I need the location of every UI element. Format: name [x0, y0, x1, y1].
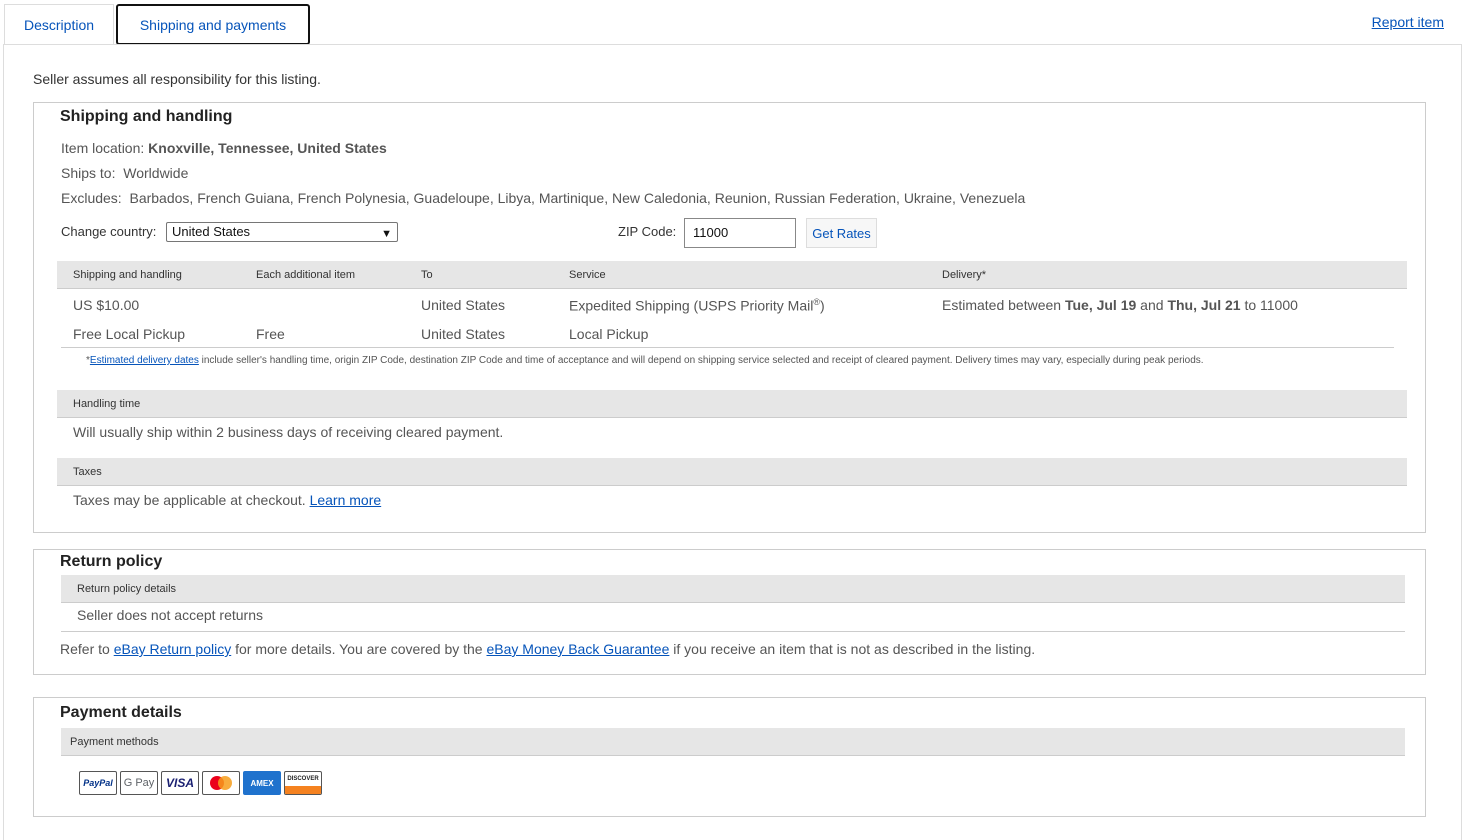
taxes-text: Taxes may be applicable at checkout. Lea… — [73, 492, 382, 508]
excludes: Excludes: Barbados, French Guiana, Frenc… — [61, 190, 1026, 206]
handling-header: Handling time — [73, 398, 141, 410]
table-row-cost: Free Local Pickup — [73, 326, 186, 342]
divider — [61, 347, 1394, 348]
payment-methods-list: PayPal G Pay VISA AMEX DISCOVER — [79, 771, 322, 795]
paypal-icon: PayPal — [79, 771, 117, 795]
tab-bar: Description Shipping and payments — [4, 4, 310, 45]
zip-label: ZIP Code: — [618, 224, 677, 239]
google-pay-icon: G Pay — [120, 771, 158, 795]
return-policy-header: Return policy details — [77, 583, 177, 595]
get-rates-button[interactable]: Get Rates — [806, 218, 877, 248]
taxes-header-bar — [57, 458, 1407, 486]
chevron-down-icon: ▼ — [381, 228, 392, 240]
table-row-additional: Free — [256, 326, 285, 342]
discover-icon: DISCOVER — [284, 771, 322, 795]
change-country-label: Change country: — [61, 224, 157, 239]
payment-section — [33, 697, 1426, 817]
taxes-header: Taxes — [73, 466, 102, 478]
payment-title: Payment details — [60, 704, 182, 721]
shipping-title: Shipping and handling — [60, 108, 233, 125]
responsibility-text: Seller assumes all responsibility for th… — [33, 71, 321, 87]
mastercard-circles — [210, 776, 232, 790]
th-shipping-handling: Shipping and handling — [73, 269, 182, 281]
divider — [61, 631, 1405, 632]
country-select[interactable]: United States ▼ — [166, 222, 398, 242]
th-delivery: Delivery* — [942, 269, 987, 281]
discover-stripe — [285, 786, 321, 794]
learn-more-link[interactable]: Learn more — [310, 492, 382, 508]
return-header-bar — [61, 575, 1405, 603]
th-each-additional: Each additional item — [256, 269, 356, 281]
table-row-service: Expedited Shipping (USPS Priority Mail®) — [569, 297, 825, 314]
table-row-cost: US $10.00 — [73, 297, 140, 313]
amex-icon: AMEX — [243, 771, 281, 795]
delivery-note: *Estimated delivery dates include seller… — [86, 355, 1204, 366]
money-back-guarantee-link[interactable]: eBay Money Back Guarantee — [486, 641, 669, 657]
mastercard-icon — [202, 771, 240, 795]
table-row-service: Local Pickup — [569, 326, 649, 342]
handling-header-bar — [57, 390, 1407, 418]
return-policy-text: Seller does not accept returns — [77, 607, 263, 623]
report-item-link[interactable]: Report item — [1372, 14, 1444, 30]
tab-shipping-and-payments[interactable]: Shipping and payments — [116, 4, 310, 45]
table-row-to: United States — [421, 326, 506, 342]
table-row-to: United States — [421, 297, 506, 313]
th-to: To — [421, 269, 433, 281]
th-service: Service — [569, 269, 606, 281]
payment-header-bar — [61, 728, 1405, 756]
payment-methods-header: Payment methods — [70, 736, 159, 748]
table-row-delivery: Estimated between Tue, Jul 19 and Thu, J… — [942, 297, 1298, 313]
item-location: Item location: Knoxville, Tennessee, Uni… — [61, 140, 387, 156]
visa-icon: VISA — [161, 771, 199, 795]
return-policy-title: Return policy — [60, 553, 163, 570]
tab-description[interactable]: Description — [4, 4, 114, 45]
zip-input[interactable]: 11000 — [684, 218, 796, 248]
ebay-return-policy-link[interactable]: eBay Return policy — [114, 641, 232, 657]
ships-to: Ships to: Worldwide — [61, 165, 189, 181]
estimated-delivery-link[interactable]: Estimated delivery dates — [90, 355, 199, 366]
return-refer-text: Refer to eBay Return policy for more det… — [60, 641, 1036, 657]
handling-text: Will usually ship within 2 business days… — [73, 424, 504, 440]
